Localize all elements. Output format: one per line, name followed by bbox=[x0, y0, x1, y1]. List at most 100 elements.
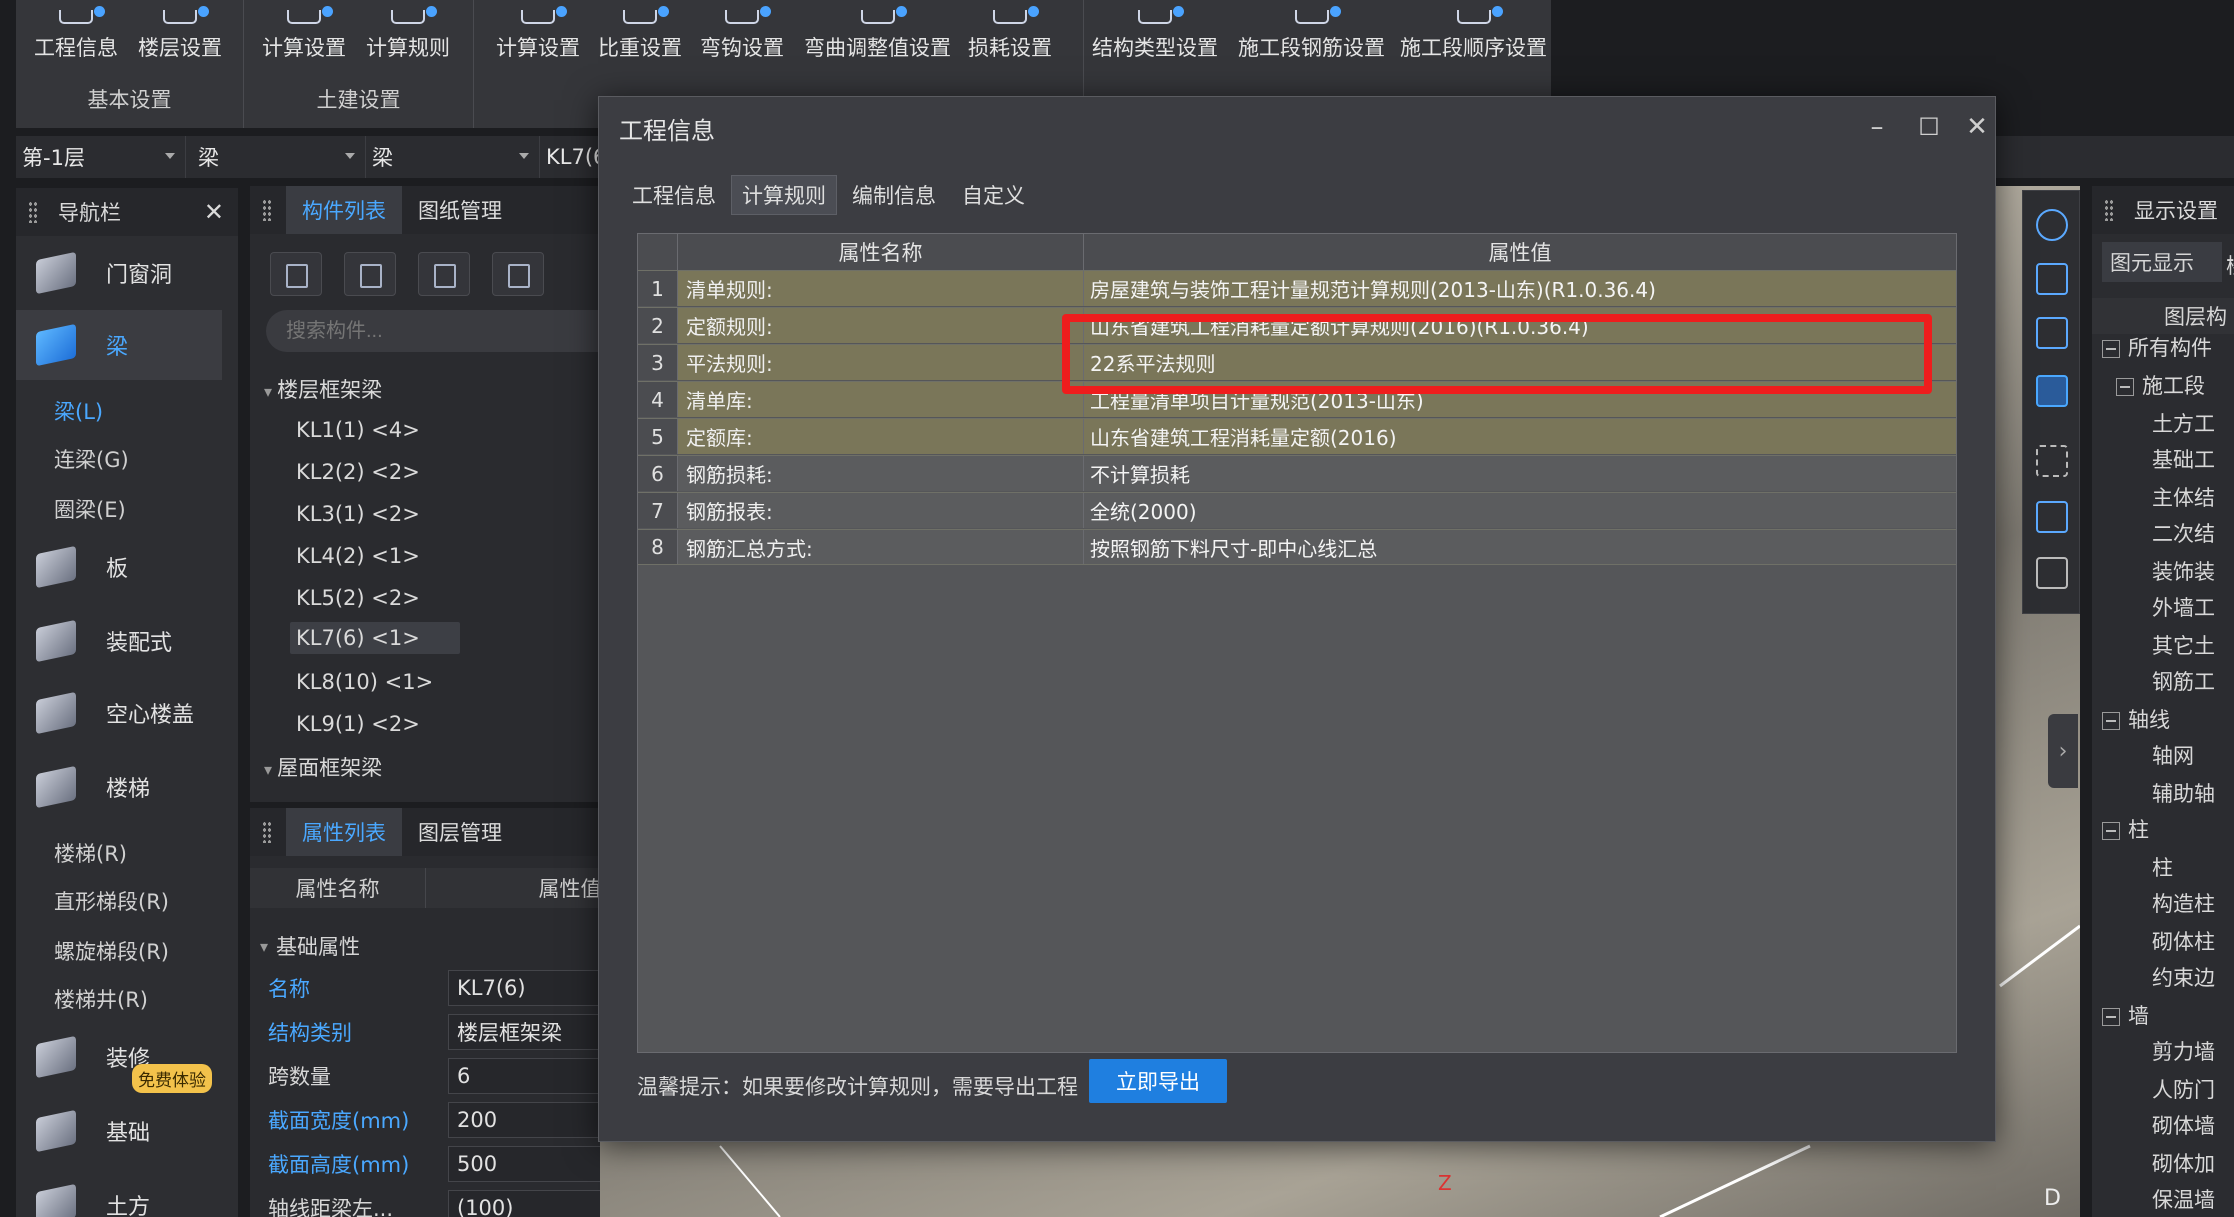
table-row[interactable]: 1 清单规则: 房屋建筑与装饰工程计量规范计算规则(2013-山东)(R1.0.36… bbox=[638, 270, 1956, 306]
display-item[interactable]: 约束边 bbox=[2152, 962, 2215, 992]
delete-icon[interactable] bbox=[418, 252, 470, 296]
orbit-icon[interactable] bbox=[2036, 209, 2068, 241]
tab-floor-display[interactable]: 楼 bbox=[2226, 250, 2234, 280]
tree-item-kl1[interactable]: KL1(1) <4> bbox=[290, 414, 426, 446]
fullscreen-icon[interactable] bbox=[2036, 445, 2068, 477]
display-item[interactable]: 柱 bbox=[2102, 814, 2149, 844]
bend-adjust-button[interactable]: 弯曲调整值设置 bbox=[804, 0, 951, 68]
display-item[interactable]: 外墙工 bbox=[2152, 592, 2215, 622]
collapse-icon[interactable] bbox=[2116, 378, 2134, 396]
nav-sub-stair-well[interactable]: 楼梯井(R) bbox=[54, 984, 148, 1014]
component-select[interactable]: KL7(6 bbox=[540, 136, 606, 178]
rebar-calc-settings-button[interactable]: 计算设置 bbox=[496, 0, 580, 68]
nav-item-hollow-floor[interactable]: 空心楼盖 bbox=[16, 678, 222, 748]
nav-item-door-window[interactable]: 门窗洞 bbox=[16, 238, 222, 308]
collapse-icon[interactable] bbox=[2102, 1008, 2120, 1026]
display-item[interactable]: 基础工 bbox=[2152, 444, 2215, 474]
tree-item-kl7[interactable]: KL7(6) <1> bbox=[290, 622, 460, 654]
close-icon[interactable]: ✕ bbox=[204, 198, 224, 226]
calc-settings-button[interactable]: 计算设置 bbox=[262, 0, 346, 68]
chevron-right-icon[interactable]: › bbox=[2048, 714, 2078, 788]
display-item[interactable]: 人防门 bbox=[2152, 1074, 2215, 1104]
stage-rebar-button[interactable]: 施工段钢筋设置 bbox=[1238, 0, 1385, 68]
component-search-input[interactable] bbox=[266, 310, 600, 352]
nav-sub-beam-l[interactable]: 梁(L) bbox=[54, 396, 103, 426]
display-item[interactable]: 钢筋工 bbox=[2152, 666, 2215, 696]
drag-handle-icon[interactable] bbox=[28, 201, 38, 223]
nav-sub-straight-flight[interactable]: 直形梯段(R) bbox=[54, 886, 169, 916]
display-item[interactable]: 所有构件 bbox=[2102, 332, 2212, 362]
display-item[interactable]: 砌体墙 bbox=[2152, 1110, 2215, 1140]
tab-drawing-management[interactable]: 图纸管理 bbox=[402, 186, 518, 234]
duplicate-icon[interactable] bbox=[492, 252, 544, 296]
display-item[interactable]: 轴线 bbox=[2102, 704, 2170, 734]
cube-view-icon[interactable] bbox=[2036, 375, 2068, 407]
hook-settings-button[interactable]: 弯钩设置 bbox=[700, 0, 784, 68]
nav-item-slab[interactable]: 板 bbox=[16, 532, 222, 602]
display-item[interactable]: 墙 bbox=[2102, 1000, 2149, 1030]
display-item[interactable]: 保温墙 bbox=[2152, 1184, 2215, 1214]
display-item[interactable]: 砌体加 bbox=[2152, 1148, 2215, 1178]
tree-item-kl9[interactable]: KL9(1) <2> bbox=[290, 708, 426, 740]
display-item[interactable]: 二次结 bbox=[2152, 518, 2215, 548]
tree-item-kl4[interactable]: KL4(2) <1> bbox=[290, 540, 426, 572]
copy-icon[interactable] bbox=[344, 252, 396, 296]
tab-element-display[interactable]: 图元显示 bbox=[2102, 242, 2222, 282]
structure-type-button[interactable]: 结构类型设置 bbox=[1092, 0, 1218, 68]
tab-layer-management[interactable]: 图层管理 bbox=[402, 808, 518, 856]
display-item[interactable]: 主体结 bbox=[2152, 482, 2215, 512]
export-now-button[interactable]: 立即导出 bbox=[1089, 1059, 1227, 1103]
tree-group-floor-frame-beam[interactable]: 楼层框架梁 bbox=[264, 374, 382, 404]
nav-item-stair[interactable]: 楼梯 bbox=[16, 752, 222, 822]
3d-view-icon[interactable] bbox=[2036, 317, 2068, 349]
tree-group-roof-frame-beam[interactable]: 屋面框架梁 bbox=[264, 752, 382, 782]
display-item[interactable]: 柱 bbox=[2152, 852, 2173, 882]
table-row[interactable]: 6 钢筋损耗: 不计算损耗 bbox=[638, 455, 1956, 491]
select-box-icon[interactable] bbox=[2036, 501, 2068, 533]
nav-item-prefab[interactable]: 装配式 bbox=[16, 606, 222, 676]
category-select[interactable]: 梁 bbox=[192, 136, 366, 178]
maximize-icon[interactable]: ☐ bbox=[1913, 111, 1945, 143]
tab-property-list[interactable]: 属性列表 bbox=[286, 808, 402, 856]
stage-order-button[interactable]: 施工段顺序设置 bbox=[1400, 0, 1547, 68]
collapse-icon[interactable] bbox=[2102, 822, 2120, 840]
calc-rules-button[interactable]: 计算规则 bbox=[366, 0, 450, 68]
tab-component-list[interactable]: 构件列表 bbox=[286, 186, 402, 234]
nav-item-foundation[interactable]: 基础 bbox=[16, 1096, 222, 1166]
list-settings-icon[interactable] bbox=[2036, 557, 2068, 589]
display-item[interactable]: 辅助轴 bbox=[2152, 778, 2215, 808]
tab-compile-info[interactable]: 编制信息 bbox=[841, 175, 947, 215]
display-item[interactable]: 装饰装 bbox=[2152, 556, 2215, 586]
density-settings-button[interactable]: 比重设置 bbox=[598, 0, 682, 68]
nav-item-earthwork[interactable]: 土方 bbox=[16, 1170, 222, 1217]
tree-item-kl5[interactable]: KL5(2) <2> bbox=[290, 582, 426, 614]
tab-custom[interactable]: 自定义 bbox=[951, 175, 1036, 215]
type-select[interactable]: 梁 bbox=[366, 136, 540, 178]
tab-calc-rules[interactable]: 计算规则 bbox=[731, 175, 837, 215]
drag-handle-icon[interactable] bbox=[2104, 199, 2114, 221]
2d-view-icon[interactable] bbox=[2036, 263, 2068, 295]
display-item[interactable]: 构造柱 bbox=[2152, 888, 2215, 918]
floor-settings-button[interactable]: 楼层设置 bbox=[138, 0, 222, 68]
display-item[interactable]: 剪力墙 bbox=[2152, 1036, 2215, 1066]
table-row[interactable]: 8 钢筋汇总方式: 按照钢筋下料尺寸-即中心线汇总 bbox=[638, 529, 1956, 565]
tree-item-kl3[interactable]: KL3(1) <2> bbox=[290, 498, 426, 530]
collapse-icon[interactable] bbox=[2102, 340, 2120, 358]
new-component-icon[interactable] bbox=[270, 252, 322, 296]
nav-item-beam[interactable]: 梁 bbox=[16, 310, 222, 380]
close-icon[interactable]: ✕ bbox=[1961, 111, 1993, 143]
display-item[interactable]: 轴网 bbox=[2152, 740, 2194, 770]
loss-settings-button[interactable]: 损耗设置 bbox=[968, 0, 1052, 68]
tab-project-info[interactable]: 工程信息 bbox=[621, 175, 727, 215]
project-info-button[interactable]: 工程信息 bbox=[34, 0, 118, 68]
floor-select[interactable]: 第-1层 bbox=[16, 136, 186, 178]
display-item[interactable]: 其它土 bbox=[2152, 630, 2215, 660]
table-row[interactable]: 7 钢筋报表: 全统(2000) bbox=[638, 492, 1956, 528]
table-row[interactable]: 5 定额库: 山东省建筑工程消耗量定额(2016) bbox=[638, 418, 1956, 454]
minimize-icon[interactable]: – bbox=[1861, 111, 1893, 143]
nav-sub-spiral-flight[interactable]: 螺旋梯段(R) bbox=[54, 936, 169, 966]
drag-handle-icon[interactable] bbox=[262, 199, 272, 221]
tree-item-kl2[interactable]: KL2(2) <2> bbox=[290, 456, 426, 488]
drag-handle-icon[interactable] bbox=[262, 821, 272, 843]
display-item[interactable]: 土方工 bbox=[2152, 408, 2215, 438]
